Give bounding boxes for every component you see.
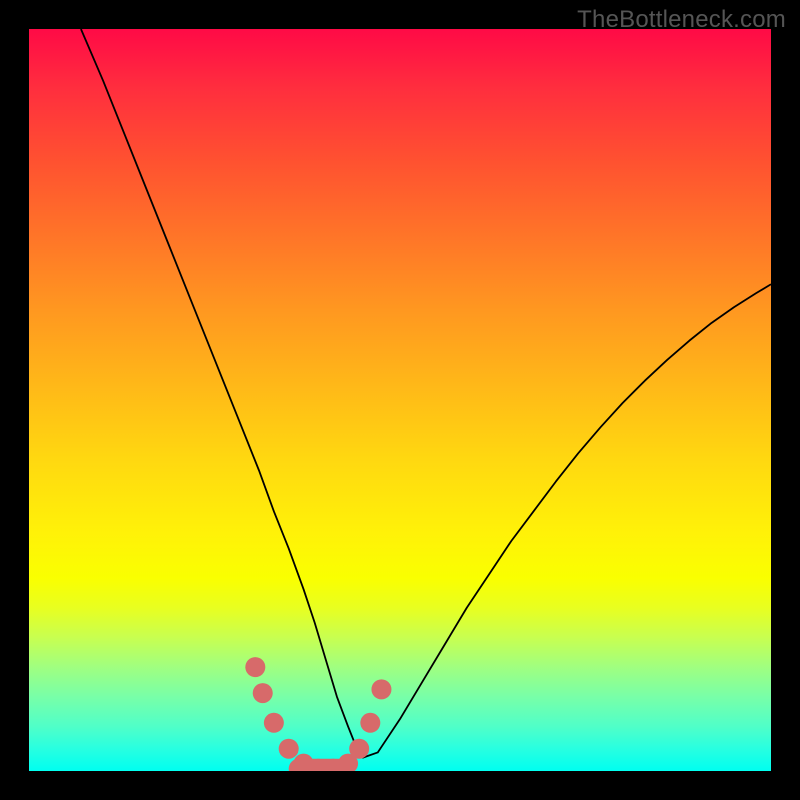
bottleneck-curve <box>81 29 771 758</box>
marker-point <box>245 657 265 677</box>
marker-point <box>279 739 299 759</box>
marker-point <box>264 713 284 733</box>
chart-svg <box>29 29 771 771</box>
flat-region-bar <box>289 759 348 771</box>
marker-point <box>253 683 273 703</box>
marker-point <box>371 679 391 699</box>
watermark-text: TheBottleneck.com <box>577 6 786 34</box>
bottom-bar-segment <box>289 759 348 771</box>
chart-plot-area <box>29 29 771 771</box>
highlight-markers <box>245 657 391 771</box>
marker-point <box>360 713 380 733</box>
marker-point <box>349 739 369 759</box>
